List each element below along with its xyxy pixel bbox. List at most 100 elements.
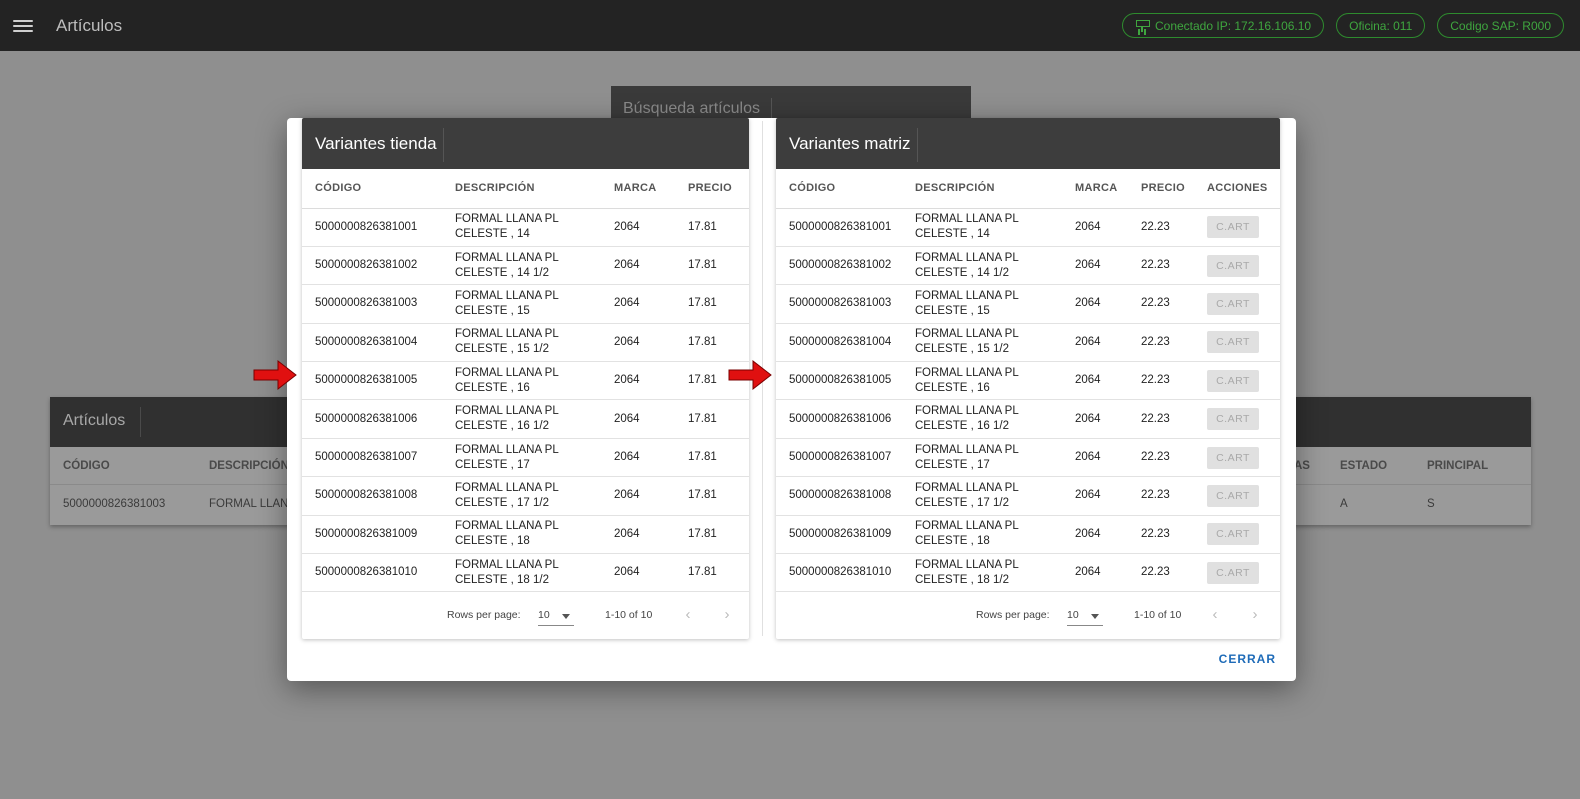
table-row[interactable]: 5000000826381002 FORMAL LLANA PL CELESTE ,…: [302, 246, 749, 286]
header-separator: [443, 128, 444, 162]
table-row[interactable]: 5000000826381006 FORMAL LLANA PL CELESTE ,…: [776, 399, 1280, 439]
c-art-button[interactable]: C.ART: [1207, 408, 1259, 431]
cell-descripcion: FORMAL LLANA PL CELESTE , 16 1/2: [902, 399, 1062, 439]
cell-descripcion-line1: FORMAL LLANA PL: [915, 481, 1019, 494]
cell-marca: 2064: [601, 515, 675, 555]
cell-precio: 17.81: [675, 438, 749, 478]
table-row[interactable]: 5000000826381005 FORMAL LLANA PL CELESTE ,…: [302, 361, 749, 401]
col-marca[interactable]: MARCA: [1062, 169, 1128, 209]
table-row[interactable]: 5000000826381007 FORMAL LLANA PL CELESTE ,…: [776, 438, 1280, 478]
col-codigo[interactable]: CÓDIGO: [776, 169, 902, 209]
cell-acciones: C.ART: [1194, 208, 1280, 247]
col-precio[interactable]: PRECIO: [1128, 169, 1194, 209]
cell-descripcion-line1: FORMAL LLANA PL: [915, 213, 1019, 226]
chevron-right-icon[interactable]: ›: [716, 604, 738, 626]
col-marca[interactable]: MARCA: [601, 169, 675, 209]
c-art-button[interactable]: C.ART: [1207, 484, 1259, 507]
cell-descripcion-line2: CELESTE , 17 1/2: [915, 496, 1009, 509]
col-descripcion: DESCRIPCIÓN: [209, 460, 289, 472]
cell-precio: 22.23: [1128, 553, 1194, 593]
rows-per-page-value: 10: [1067, 609, 1079, 622]
col-descripcion[interactable]: DESCRIPCIÓN: [902, 169, 1062, 209]
col-acciones: ACCIONES: [1194, 169, 1280, 209]
table-row[interactable]: 5000000826381006 FORMAL LLANA PL CELESTE ,…: [302, 399, 749, 439]
chevron-left-icon[interactable]: ‹: [677, 604, 699, 626]
c-art-button[interactable]: C.ART: [1207, 561, 1259, 584]
rows-per-page-select[interactable]: 10: [538, 604, 574, 627]
cell-descripcion-line1: FORMAL LLANA PL: [455, 443, 559, 456]
cell-precio: 22.23: [1128, 361, 1194, 401]
table-row[interactable]: 5000000826381001 FORMAL LLANA PL CELESTE ,…: [776, 208, 1280, 247]
table-row[interactable]: 5000000826381005 FORMAL LLANA PL CELESTE ,…: [776, 361, 1280, 401]
c-art-button[interactable]: C.ART: [1207, 446, 1259, 469]
cell-precio: 22.23: [1128, 246, 1194, 286]
rows-per-page-select[interactable]: 10: [1067, 604, 1103, 627]
cell-descripcion: FORMAL LLANA: [209, 498, 297, 510]
cell-marca: 2064: [1062, 438, 1128, 478]
table-row[interactable]: 5000000826381004 FORMAL LLANA PL CELESTE ,…: [776, 323, 1280, 363]
table-row[interactable]: 5000000826381003 FORMAL LLANA PL CELESTE ,…: [302, 284, 749, 324]
caret-down-icon: [1091, 614, 1099, 620]
cell-descripcion-line2: CELESTE , 16 1/2: [455, 420, 549, 433]
cell-marca: 2064: [1062, 208, 1128, 247]
cell-codigo: 5000000826381004: [302, 323, 442, 363]
articles-card-title: Artículos: [63, 412, 126, 429]
store-variants-table: CÓDIGO DESCRIPCIÓN MARCA PRECIO 50000008…: [302, 169, 749, 593]
col-precio[interactable]: PRECIO: [675, 169, 749, 209]
table-row[interactable]: 5000000826381002 FORMAL LLANA PL CELESTE ,…: [776, 246, 1280, 286]
cell-acciones: C.ART: [1194, 284, 1280, 324]
c-art-button[interactable]: C.ART: [1207, 331, 1259, 354]
cell-codigo: 5000000826381009: [302, 515, 442, 555]
table-row[interactable]: 5000000826381003 FORMAL LLANA PL CELESTE ,…: [776, 284, 1280, 324]
close-button[interactable]: CERRAR: [1219, 652, 1276, 666]
cell-marca: 2064: [1062, 515, 1128, 555]
c-art-button[interactable]: C.ART: [1207, 216, 1259, 239]
cell-codigo: 5000000826381007: [302, 438, 442, 478]
cell-descripcion-line1: FORMAL LLANA PL: [915, 251, 1019, 264]
cell-descripcion-line1: FORMAL LLANA PL: [915, 558, 1019, 571]
table-row[interactable]: 5000000826381008 FORMAL LLANA PL CELESTE ,…: [302, 476, 749, 516]
cell-precio: 17.81: [675, 399, 749, 439]
col-codigo[interactable]: CÓDIGO: [302, 169, 442, 209]
table-row[interactable]: 5000000826381009 FORMAL LLANA PL CELESTE ,…: [302, 515, 749, 555]
table-row[interactable]: 5000000826381004 FORMAL LLANA PL CELESTE ,…: [302, 323, 749, 363]
table-header-row: CÓDIGO DESCRIPCIÓN MARCA PRECIO ACCIONES: [776, 169, 1280, 209]
chevron-right-icon[interactable]: ›: [1244, 604, 1266, 626]
cell-descripcion-line1: FORMAL LLANA PL: [455, 558, 559, 571]
table-row[interactable]: 5000000826381010 FORMAL LLANA PL CELESTE ,…: [776, 553, 1280, 593]
table-header-row: CÓDIGO DESCRIPCIÓN MARCA PRECIO: [302, 169, 749, 209]
cell-codigo: 5000000826381003: [776, 284, 902, 324]
c-art-button[interactable]: C.ART: [1207, 292, 1259, 315]
c-art-button[interactable]: C.ART: [1207, 254, 1259, 277]
menu-icon[interactable]: [12, 18, 34, 34]
c-art-button[interactable]: C.ART: [1207, 369, 1259, 392]
cell-descripcion: FORMAL LLANA PL CELESTE , 15: [902, 284, 1062, 324]
cell-marca: 2064: [601, 399, 675, 439]
cell-descripcion-line1: FORMAL LLANA PL: [915, 520, 1019, 533]
cell-acciones: C.ART: [1194, 246, 1280, 286]
col-descripcion[interactable]: DESCRIPCIÓN: [442, 169, 601, 209]
store-variants-header: Variantes tienda: [302, 118, 749, 169]
cell-acciones: C.ART: [1194, 515, 1280, 555]
cell-descripcion: FORMAL LLANA PL CELESTE , 15 1/2: [442, 323, 601, 363]
chevron-left-icon[interactable]: ‹: [1204, 604, 1226, 626]
cell-descripcion: FORMAL LLANA PL CELESTE , 17 1/2: [442, 476, 601, 516]
table-row[interactable]: 5000000826381001 FORMAL LLANA PL CELESTE ,…: [302, 208, 749, 247]
table-row[interactable]: 5000000826381010 FORMAL LLANA PL CELESTE ,…: [302, 553, 749, 593]
c-art-button[interactable]: C.ART: [1207, 523, 1259, 546]
cell-descripcion-line2: CELESTE , 17: [455, 458, 530, 471]
cell-codigo: 5000000826381010: [776, 553, 902, 593]
cell-descripcion: FORMAL LLANA PL CELESTE , 14 1/2: [442, 246, 601, 286]
table-row[interactable]: 5000000826381008 FORMAL LLANA PL CELESTE ,…: [776, 476, 1280, 516]
cell-descripcion: FORMAL LLANA PL CELESTE , 18 1/2: [442, 553, 601, 593]
cell-descripcion-line2: CELESTE , 15: [455, 304, 530, 317]
cell-descripcion-line1: FORMAL LLANA PL: [915, 443, 1019, 456]
table-row[interactable]: 5000000826381007 FORMAL LLANA PL CELESTE ,…: [302, 438, 749, 478]
cell-precio: 17.81: [675, 553, 749, 593]
table-row[interactable]: 5000000826381009 FORMAL LLANA PL CELESTE ,…: [776, 515, 1280, 555]
pagination-range: 1-10 of 10: [1134, 609, 1182, 622]
cell-marca: 2064: [601, 208, 675, 247]
cell-precio: 17.81: [675, 476, 749, 516]
cell-marca: 2064: [601, 284, 675, 324]
cell-descripcion-line1: FORMAL LLANA PL: [455, 289, 559, 302]
